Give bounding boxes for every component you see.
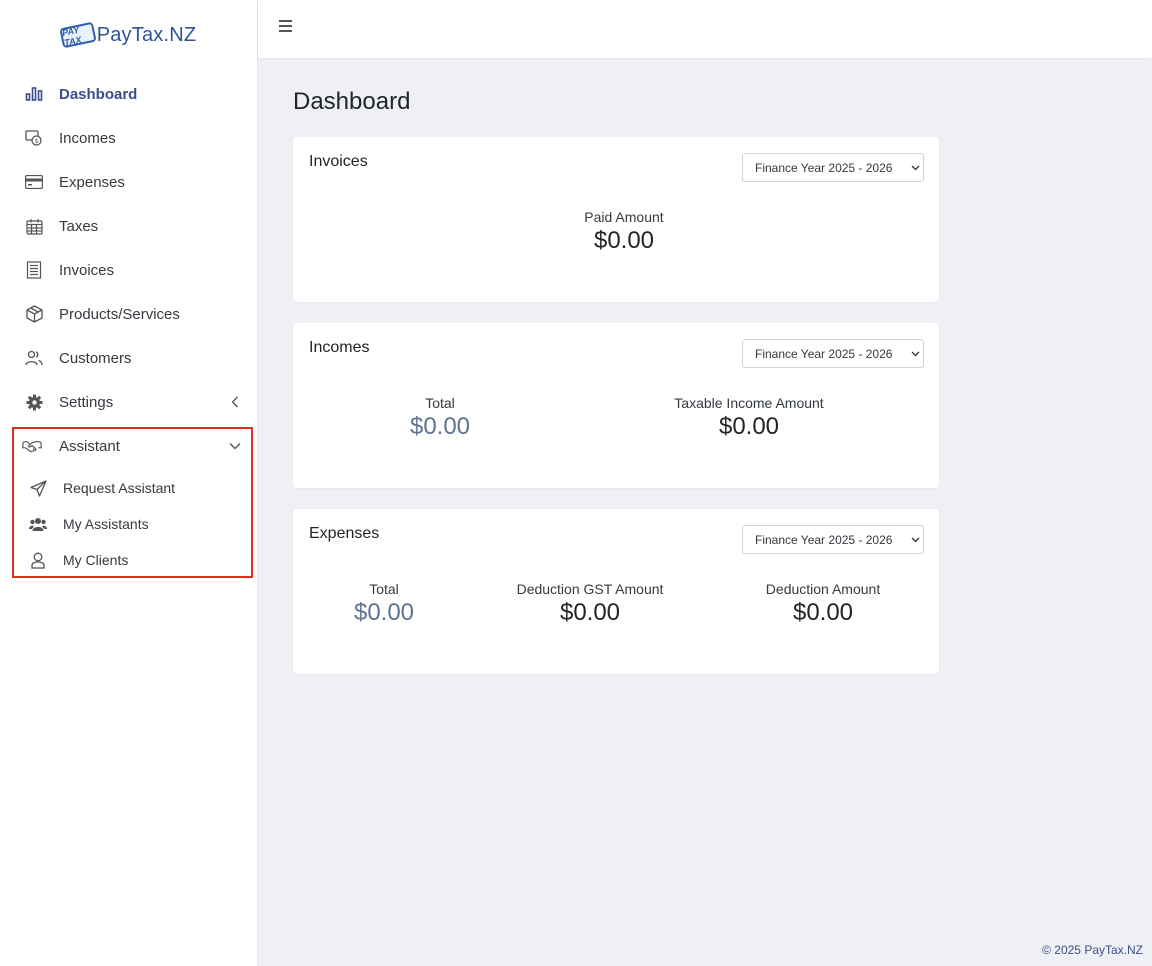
footer-copyright: © 2025 PayTax.NZ <box>1042 943 1143 957</box>
topbar <box>258 0 1152 58</box>
sidebar-item-label: Products/Services <box>59 305 180 323</box>
finance-year-select[interactable]: Finance Year 2025 - 2026 <box>742 339 924 368</box>
metric-value: $0.00 <box>559 599 621 626</box>
brand-name: PayTax.NZ <box>96 23 197 46</box>
sidebar: PAY TAX PayTax.NZ Dashboard $ Incomes Ex… <box>0 0 258 966</box>
metric-value: $0.00 <box>409 413 471 440</box>
sidebar-item-incomes[interactable]: $ Incomes <box>0 116 257 160</box>
deduction-gst-metric: Deduction GST Amount $0.00 <box>480 581 700 627</box>
metric-label: Deduction Amount <box>765 581 881 597</box>
sidebar-item-settings[interactable]: Settings <box>0 380 257 424</box>
receipt-icon <box>24 260 44 280</box>
metric-label: Total <box>369 581 399 597</box>
metric-label: Total <box>425 395 455 411</box>
users-icon <box>24 348 44 368</box>
taxable-income-metric: Taxable Income Amount $0.00 <box>639 395 859 441</box>
metric-value: $0.00 <box>718 413 780 440</box>
finance-year-select[interactable]: Finance Year 2025 - 2026 <box>742 525 924 554</box>
gear-icon <box>24 392 44 412</box>
page-title: Dashboard <box>293 88 411 115</box>
box-icon <box>24 304 44 324</box>
incomes-card: Incomes Finance Year 2025 - 2026 Total $… <box>293 323 939 488</box>
chevron-down-icon <box>907 537 923 543</box>
credit-card-icon <box>24 172 44 192</box>
select-value: Finance Year 2025 - 2026 <box>755 532 893 547</box>
sidebar-item-dashboard[interactable]: Dashboard <box>0 72 257 116</box>
logo-badge: PAY TAX <box>58 21 97 49</box>
calendar-icon <box>24 216 44 236</box>
card-title: Expenses <box>309 525 380 542</box>
sidebar-item-expenses[interactable]: Expenses <box>0 160 257 204</box>
sidebar-item-customers[interactable]: Customers <box>0 336 257 380</box>
sidebar-item-invoices[interactable]: Invoices <box>0 248 257 292</box>
metric-label: Taxable Income Amount <box>674 395 824 411</box>
select-value: Finance Year 2025 - 2026 <box>755 346 893 361</box>
brand-logo[interactable]: PAY TAX PayTax.NZ <box>0 0 257 70</box>
metric-label: Deduction GST Amount <box>516 581 664 597</box>
expenses-card: Expenses Finance Year 2025 - 2026 Total … <box>293 509 939 674</box>
card-title: Incomes <box>309 339 370 356</box>
metric-value: $0.00 <box>353 599 415 626</box>
sidebar-item-label: Taxes <box>59 217 99 235</box>
money-icon: $ <box>24 128 44 148</box>
card-title: Invoices <box>309 153 368 170</box>
chevron-left-icon <box>229 396 241 408</box>
invoices-card: Invoices Finance Year 2025 - 2026 Paid A… <box>293 137 939 302</box>
sidebar-item-label: Customers <box>59 349 132 367</box>
sidebar-item-label: Expenses <box>59 173 125 191</box>
sidebar-item-label: Dashboard <box>59 85 138 103</box>
expenses-total-metric: Total $0.00 <box>274 581 494 627</box>
deduction-amount-metric: Deduction Amount $0.00 <box>713 581 933 627</box>
sidebar-item-products-services[interactable]: Products/Services <box>0 292 257 336</box>
bar-chart-icon <box>24 84 44 104</box>
incomes-total-metric: Total $0.00 <box>330 395 550 441</box>
chevron-down-icon <box>907 351 923 357</box>
sidebar-item-taxes[interactable]: Taxes <box>0 204 257 248</box>
select-value: Finance Year 2025 - 2026 <box>755 160 893 175</box>
metric-value: $0.00 <box>593 227 655 254</box>
sidebar-item-label: Settings <box>59 393 114 411</box>
sidebar-item-label: Invoices <box>59 261 115 279</box>
sidebar-nav: Dashboard $ Incomes Expenses Taxes Invoi… <box>0 72 257 468</box>
chevron-down-icon <box>907 165 923 171</box>
sidebar-item-label: Incomes <box>59 129 116 147</box>
assistant-highlight-box <box>12 427 253 578</box>
metric-label: Paid Amount <box>584 209 664 225</box>
finance-year-select[interactable]: Finance Year 2025 - 2026 <box>742 153 924 182</box>
paid-amount-metric: Paid Amount $0.00 <box>514 209 734 255</box>
hamburger-menu-icon[interactable] <box>278 18 294 34</box>
metric-value: $0.00 <box>792 599 854 626</box>
svg-text:$: $ <box>35 138 39 145</box>
